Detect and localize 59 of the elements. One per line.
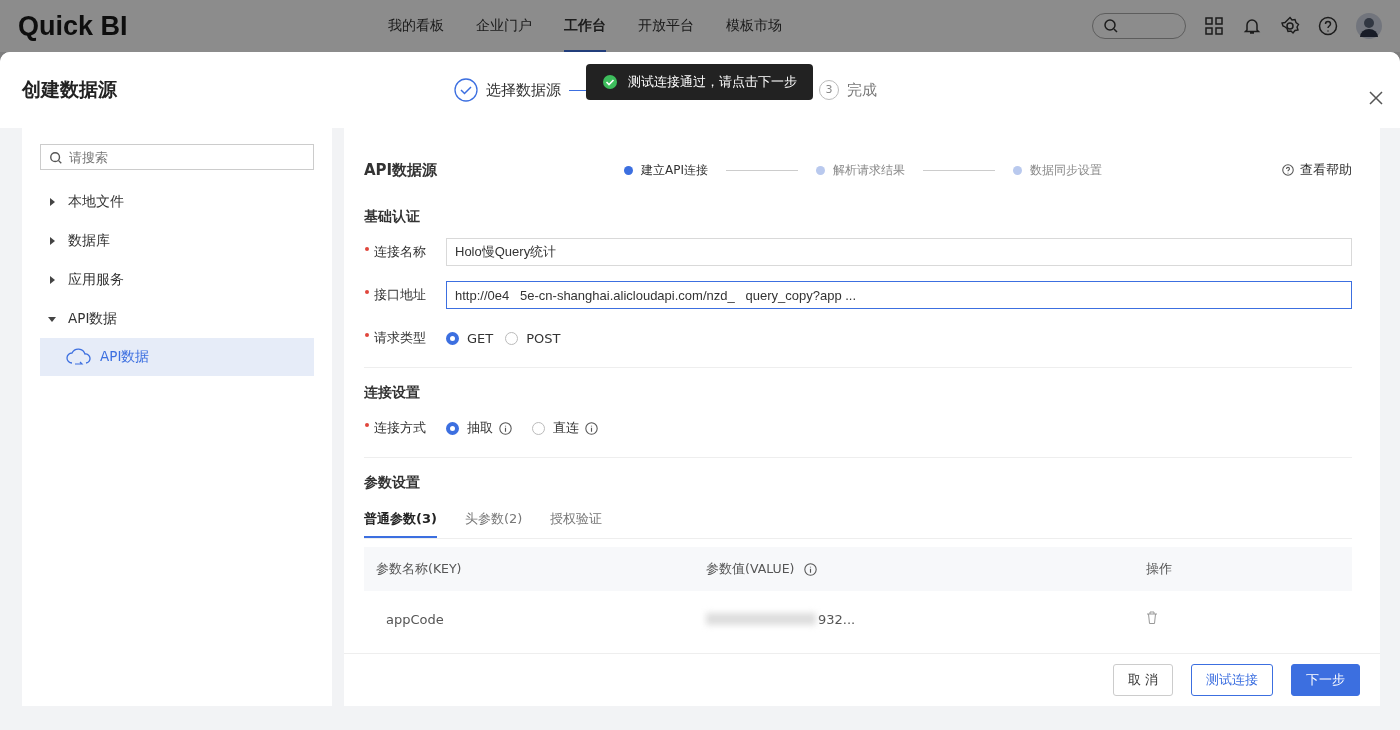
dialog-title: 创建数据源 xyxy=(22,77,118,102)
dialog-button[interactable]: 取 消 xyxy=(1112,664,1173,696)
section-heading: 参数设置 xyxy=(364,473,421,492)
info-icon xyxy=(499,421,512,435)
nav-tab[interactable]: 我的看板 xyxy=(388,0,444,52)
step-label: 完成 xyxy=(847,80,877,100)
settings-icon[interactable] xyxy=(1280,16,1300,36)
toast-text: 测试连接通过，请点击下一步 xyxy=(628,73,797,91)
input-field[interactable]: http://0e4 5e-cn-shanghai.alicloudapi.com/nzd_ query_copy?app ... xyxy=(446,281,1352,309)
bell-icon[interactable] xyxy=(1242,16,1262,36)
tree-item[interactable]: API数据 xyxy=(40,338,314,376)
help-icon[interactable] xyxy=(1318,16,1338,36)
field-label: 连接方式 xyxy=(364,419,446,437)
cloud-icon xyxy=(66,347,92,367)
radio-option[interactable]: GET xyxy=(446,330,494,346)
trash-icon[interactable] xyxy=(1146,611,1158,624)
field-label: 接口地址 xyxy=(364,286,446,304)
avatar[interactable] xyxy=(1356,13,1382,39)
search-field[interactable]: 请搜索 xyxy=(40,144,314,170)
search-icon xyxy=(1103,18,1119,34)
logo: Quick BI xyxy=(18,10,129,42)
nav-tab[interactable]: 开放平台 xyxy=(638,0,694,52)
close-icon[interactable] xyxy=(1368,90,1384,106)
step-label: 选择数据源 xyxy=(486,80,561,100)
dialog-button[interactable]: 下一步 xyxy=(1291,664,1360,696)
radio-option[interactable]: POST xyxy=(505,330,561,346)
search-icon xyxy=(49,151,63,165)
dialog-button[interactable]: 测试连接 xyxy=(1191,664,1273,696)
section-heading: 基础认证 xyxy=(364,207,421,226)
field-label: 请求类型 xyxy=(364,329,446,347)
tree-item[interactable]: 数据库 xyxy=(40,221,314,260)
field-label: 连接名称 xyxy=(364,243,446,261)
info-icon xyxy=(804,562,818,576)
nav-tab[interactable]: 企业门户 xyxy=(476,0,532,52)
input-field[interactable]: Holo慢Query统计 xyxy=(446,238,1352,266)
success-icon xyxy=(602,74,618,90)
tree-item[interactable]: API数据 xyxy=(40,299,314,338)
radio-option[interactable]: 抽取 xyxy=(446,419,493,437)
step-label: 建立API连接 xyxy=(641,161,708,179)
help-link[interactable]: 查看帮助 xyxy=(1282,161,1352,179)
section-heading: 连接设置 xyxy=(364,383,421,402)
column-header: 操作 xyxy=(1146,560,1173,578)
column-header: 参数名称(KEY) xyxy=(376,560,463,578)
info-icon xyxy=(585,421,598,435)
help-icon xyxy=(1282,164,1294,176)
grid-icon[interactable] xyxy=(1204,16,1224,36)
tab[interactable]: 头参数(2) xyxy=(464,504,523,538)
form-title: API数据源 xyxy=(364,160,439,180)
column-header: 参数值(VALUE) xyxy=(706,560,1146,578)
table-cell: 932... xyxy=(706,611,1146,627)
table-cell-text: appCode xyxy=(386,611,445,627)
tree-item[interactable]: 应用服务 xyxy=(40,260,314,299)
step-label: 数据同步设置 xyxy=(1030,161,1102,179)
step-label: 解析请求结果 xyxy=(833,161,905,179)
tree-item[interactable]: 本地文件 xyxy=(40,182,314,221)
tab[interactable]: 普通参数(3) xyxy=(364,504,437,538)
radio-option[interactable]: 直连 xyxy=(532,419,579,437)
tab[interactable]: 授权验证 xyxy=(550,504,603,538)
nav-tab[interactable]: 模板市场 xyxy=(726,0,782,52)
